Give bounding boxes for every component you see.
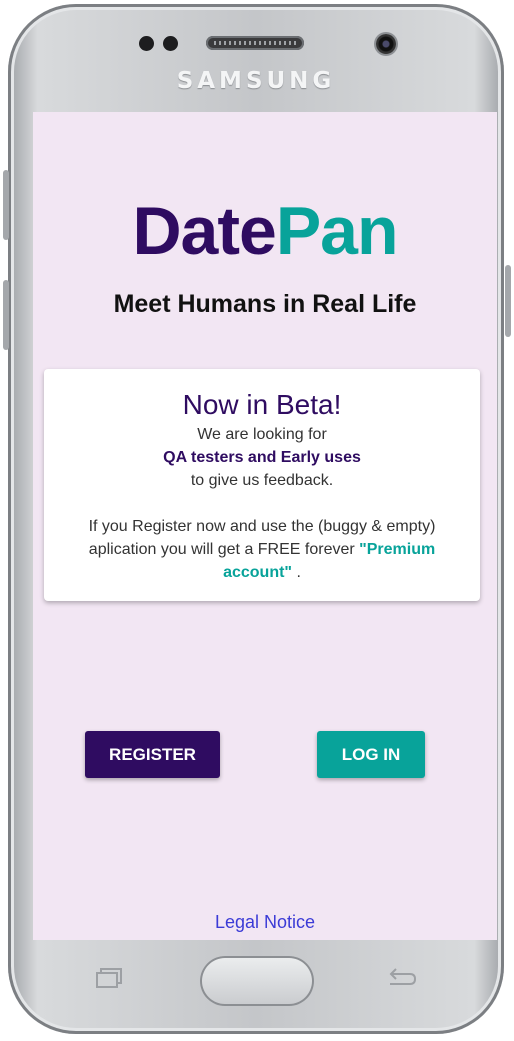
register-button[interactable]: REGISTER	[85, 731, 220, 778]
sensor-dot-left	[139, 36, 154, 51]
beta-card-line-5: aplication you will get a FREE forever "…	[44, 541, 480, 559]
app-logo: DatePan	[33, 192, 497, 270]
beta-card-line-6: account" .	[44, 564, 480, 582]
phone-power-button	[505, 265, 511, 337]
phone-top-bar: SAMSUNG	[8, 4, 504, 110]
phone-side-button-left	[3, 170, 9, 240]
beta-card-line-2: QA testers and Early uses	[163, 449, 361, 466]
recent-apps-icon[interactable]	[92, 966, 124, 997]
logo-part-pan: Pan	[275, 193, 399, 269]
back-icon[interactable]	[384, 966, 418, 997]
logo-part-date: Date	[132, 193, 276, 269]
beta-card-line-3: to give us feedback.	[190, 472, 334, 489]
sensor-dot-right	[163, 36, 178, 51]
premium-highlight-1: "Premium	[359, 541, 436, 558]
login-button[interactable]: LOG IN	[317, 731, 425, 778]
beta-card-line-4: If you Register now and use the (buggy &…	[88, 518, 436, 535]
beta-card-line-1: We are looking for	[197, 426, 327, 443]
earpiece-speaker	[206, 36, 304, 50]
beta-card-line-5-text: aplication you will get a FREE forever	[88, 541, 360, 558]
premium-highlight-2: account"	[223, 564, 293, 581]
front-camera-icon	[376, 34, 396, 54]
phone-frame: SAMSUNG DatePan Meet Humans in Real Life…	[8, 4, 504, 1034]
beta-card-line-6-suffix: .	[292, 564, 301, 581]
home-button[interactable]	[200, 956, 314, 1006]
app-tagline: Meet Humans in Real Life	[113, 290, 417, 318]
app-screen: DatePan Meet Humans in Real Life Now in …	[33, 112, 497, 940]
legal-notice-link[interactable]: Legal Notice	[33, 912, 497, 933]
beta-card-title: Now in Beta!	[182, 389, 342, 420]
device-brand: SAMSUNG	[176, 68, 336, 94]
beta-info-card: Now in Beta! We are looking for QA teste…	[44, 369, 480, 601]
phone-side-button-left-2	[3, 280, 9, 350]
